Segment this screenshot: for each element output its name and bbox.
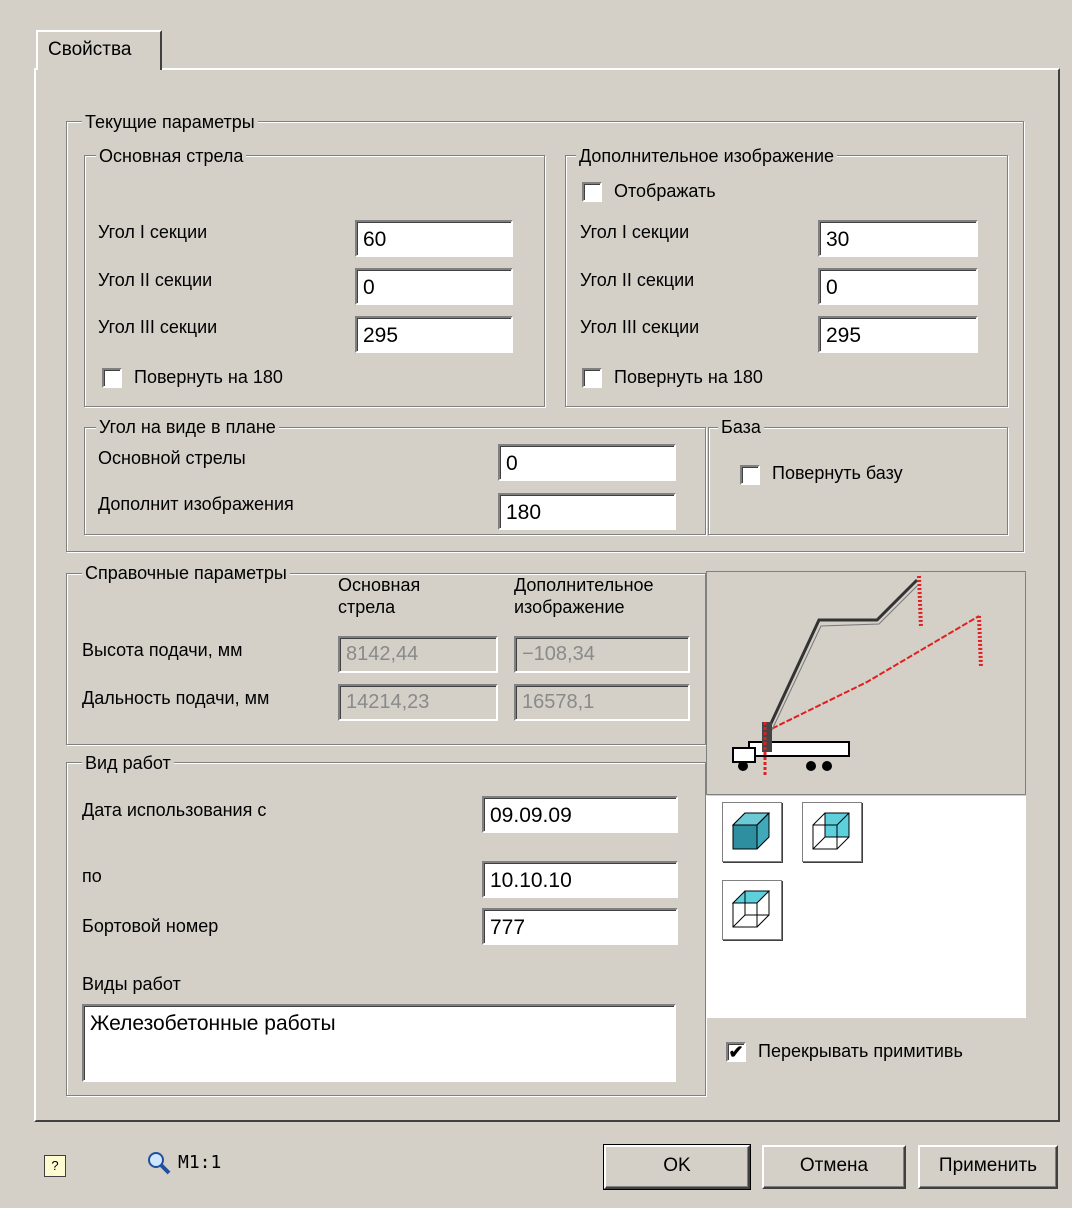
ref-range-extra: 16578,1 [514, 684, 690, 721]
current-params-legend: Текущие параметры [82, 111, 258, 133]
extra-angle1-input[interactable]: 30 [818, 220, 978, 257]
plan-angle-legend: Угол на виде в плане [96, 416, 279, 438]
extra-show-checkbox[interactable] [582, 182, 602, 202]
main-angle2-label: Угол II секции [98, 270, 213, 290]
extra-show-label: Отображать [614, 181, 716, 201]
main-angle1-input[interactable]: 60 [355, 220, 513, 257]
plan-main-label: Основной стрелы [98, 448, 246, 468]
base-legend: База [718, 416, 764, 438]
ref-height-label: Высота подачи, мм [82, 640, 243, 660]
ref-range-main: 14214,23 [338, 684, 498, 721]
concrete-pump-icon [732, 575, 983, 777]
extra-angle3-label: Угол III секции [580, 317, 700, 337]
ref-height-main: 8142,44 [338, 636, 498, 673]
extra-rotate-checkbox[interactable] [582, 368, 602, 388]
main-angle1-label: Угол I секции [98, 222, 208, 242]
base-rotate-label: Повернуть базу [772, 463, 903, 483]
plan-extra-input[interactable]: 180 [498, 493, 676, 530]
main-angle3-label: Угол III секции [98, 317, 218, 337]
overlap-checkbox[interactable]: ✔ [726, 1042, 746, 1062]
work-types-label: Виды работ [82, 974, 181, 994]
main-rotate-label: Повернуть на 180 [134, 367, 283, 387]
apply-button[interactable]: Применить [918, 1145, 1058, 1189]
date-from-label: Дата использования с [82, 800, 267, 820]
date-to-label: по [82, 866, 102, 886]
main-angle2-input[interactable]: 0 [355, 268, 513, 305]
work-types-textarea[interactable]: Железобетонные работы [82, 1004, 676, 1082]
work-legend: Вид работ [82, 752, 174, 774]
ref-col-extra: Дополнительное изображение [514, 575, 654, 617]
overlap-label: Перекрывать примитивь [758, 1041, 963, 1061]
ref-height-extra: −108,34 [514, 636, 690, 673]
extra-angle2-label: Угол II секции [580, 270, 695, 290]
cube-shaded-icon[interactable] [722, 802, 782, 862]
cube-cyan-face-icon[interactable] [802, 802, 862, 862]
tab-label: Свойства [48, 39, 132, 60]
main-rotate-checkbox[interactable] [102, 368, 122, 388]
extra-rotate-label: Повернуть на 180 [614, 367, 763, 387]
ref-col-main: Основная стрела [338, 575, 421, 617]
plan-extra-label: Дополнит изображения [98, 494, 294, 514]
magnifier-icon[interactable] [146, 1150, 172, 1176]
cancel-button[interactable]: Отмена [762, 1145, 906, 1189]
tab-properties[interactable]: Свойства [36, 30, 162, 70]
date-from-input[interactable]: 09.09.09 [482, 796, 678, 833]
help-icon[interactable]: ? [44, 1155, 66, 1177]
ok-button[interactable]: OK [603, 1144, 751, 1190]
extra-image-legend: Дополнительное изображение [576, 145, 838, 167]
pump-preview [706, 571, 1026, 795]
base-rotate-checkbox[interactable] [740, 465, 760, 485]
date-to-input[interactable]: 10.10.10 [482, 861, 678, 898]
extra-angle2-input[interactable]: 0 [818, 268, 978, 305]
board-number-input[interactable]: 777 [482, 908, 678, 945]
reference-params-legend: Справочные параметры [82, 562, 290, 584]
extra-angle1-label: Угол I секции [580, 222, 690, 242]
board-number-label: Бортовой номер [82, 916, 219, 936]
scale-label: M1:1 [178, 1152, 222, 1173]
extra-angle3-input[interactable]: 295 [818, 316, 978, 353]
main-angle3-input[interactable]: 295 [355, 316, 513, 353]
ref-range-label: Дальность подачи, мм [82, 688, 270, 708]
cube-cyan-top-icon[interactable] [722, 880, 782, 940]
plan-main-input[interactable]: 0 [498, 444, 676, 481]
main-boom-legend: Основная стрела [96, 145, 247, 167]
